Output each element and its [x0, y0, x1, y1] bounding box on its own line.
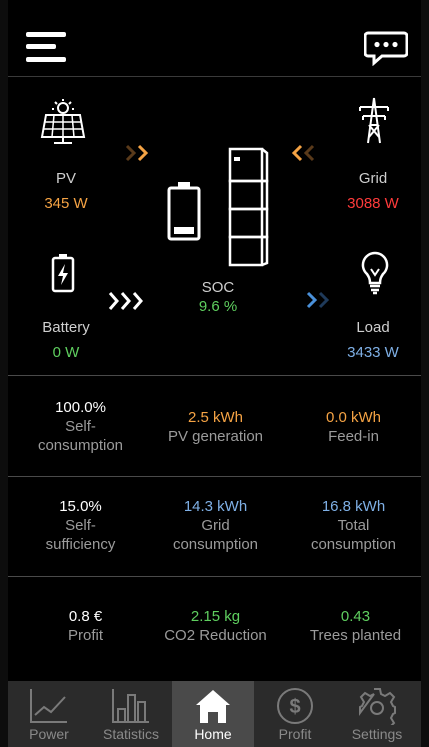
svg-text:$: $ — [289, 696, 300, 718]
home-icon — [196, 690, 230, 723]
light-bulb-icon — [361, 251, 389, 295]
stat-value: 15.0% — [59, 498, 102, 515]
load-value: 3433 W — [347, 344, 399, 361]
stat-label: Grid consumption — [172, 517, 259, 553]
app-screen: PV 345 W Grid 3088 W SOC 9.6 % Battery 0… — [8, 0, 421, 747]
stat-label: PV generation — [167, 428, 264, 445]
grid-consumption-stat: 14.3 kWh Grid consumption — [148, 497, 283, 554]
soc-value: 9.6 % — [198, 298, 238, 315]
feed-in-stat: 0.0 kWh Feed-in — [286, 408, 421, 446]
stat-label: Feed-in — [328, 428, 379, 445]
tab-statistics[interactable]: Statistics — [90, 681, 172, 747]
stat-value: 0.8 € — [68, 608, 103, 625]
stat-label: Self- sufficiency — [45, 517, 116, 553]
battery-value: 0 W — [52, 344, 80, 361]
stats-row-1: 100.0% Self- consumption 2.5 kWh PV gene… — [8, 376, 421, 476]
grid-label: Grid — [358, 170, 388, 187]
stat-value: 100.0% — [55, 399, 106, 416]
self-consumption-stat: 100.0% Self- consumption — [13, 398, 148, 455]
bottom-tab-bar: Power Statistics Home $ Profit Settings — [8, 681, 421, 747]
battery-label: Battery — [42, 319, 90, 336]
tab-label: Power — [29, 726, 69, 742]
tab-label: Home — [194, 726, 232, 742]
stat-value: 16.8 kWh — [321, 498, 386, 515]
grid-flow-arrow-icon — [291, 144, 315, 162]
tab-label: Profit — [278, 726, 312, 742]
bar-chart-icon — [112, 689, 149, 723]
tab-settings[interactable]: Settings — [336, 681, 418, 747]
soc-label: SOC — [201, 279, 235, 296]
tab-home[interactable]: Home — [172, 681, 254, 747]
pv-flow-arrow-icon — [125, 144, 149, 162]
self-sufficiency-stat: 15.0% Self- sufficiency — [13, 497, 148, 554]
stat-value: 2.5 kWh — [187, 409, 244, 426]
top-bar — [8, 0, 421, 77]
pv-label: PV — [55, 170, 76, 187]
stats-row-2: 15.0% Self- sufficiency 14.3 kWh Grid co… — [8, 477, 421, 577]
total-consumption-stat: 16.8 kWh Total consumption — [286, 497, 421, 554]
power-tower-icon — [359, 97, 389, 144]
stat-label: Total consumption — [310, 517, 397, 553]
stat-value: 14.3 kWh — [183, 498, 248, 515]
pv-value: 345 W — [44, 195, 88, 212]
stat-value: 0.43 — [340, 608, 371, 625]
message-icon[interactable] — [364, 30, 408, 66]
tab-label: Settings — [351, 726, 403, 742]
energy-flow-panel: PV 345 W Grid 3088 W SOC 9.6 % Battery 0… — [8, 77, 421, 375]
tab-profit[interactable]: $ Profit — [254, 681, 336, 747]
battery-flow-arrow-icon — [108, 292, 143, 310]
stat-label: Self- consumption — [37, 418, 124, 454]
dollar-icon: $ — [277, 688, 313, 724]
hamburger-menu-icon[interactable] — [26, 30, 66, 64]
stat-label: CO2 Reduction — [164, 627, 267, 644]
pv-generation-stat: 2.5 kWh PV generation — [148, 408, 283, 446]
stats-row-3: 0.8 € Profit 2.15 kg CO2 Reduction 0.43 … — [8, 577, 421, 677]
load-flow-arrow-icon — [306, 291, 330, 309]
profit-stat: 0.8 € Profit — [18, 607, 153, 645]
co2-reduction-stat: 2.15 kg CO2 Reduction — [148, 607, 283, 645]
storage-system-icon — [228, 147, 269, 267]
tab-power[interactable]: Power — [8, 681, 90, 747]
line-chart-icon — [30, 689, 67, 723]
trees-planted-stat: 0.43 Trees planted — [288, 607, 423, 645]
stat-label: Profit — [67, 627, 103, 644]
stat-value: 2.15 kg — [190, 608, 241, 625]
load-label: Load — [356, 319, 390, 336]
tab-label: Statistics — [102, 726, 159, 742]
soc-battery-icon — [167, 182, 201, 241]
stat-label: Trees planted — [309, 627, 402, 644]
battery-charging-icon — [51, 254, 75, 293]
solar-panel-icon — [40, 99, 86, 144]
gear-icon — [359, 688, 396, 725]
stat-value: 0.0 kWh — [325, 409, 382, 426]
grid-value: 3088 W — [347, 195, 399, 212]
